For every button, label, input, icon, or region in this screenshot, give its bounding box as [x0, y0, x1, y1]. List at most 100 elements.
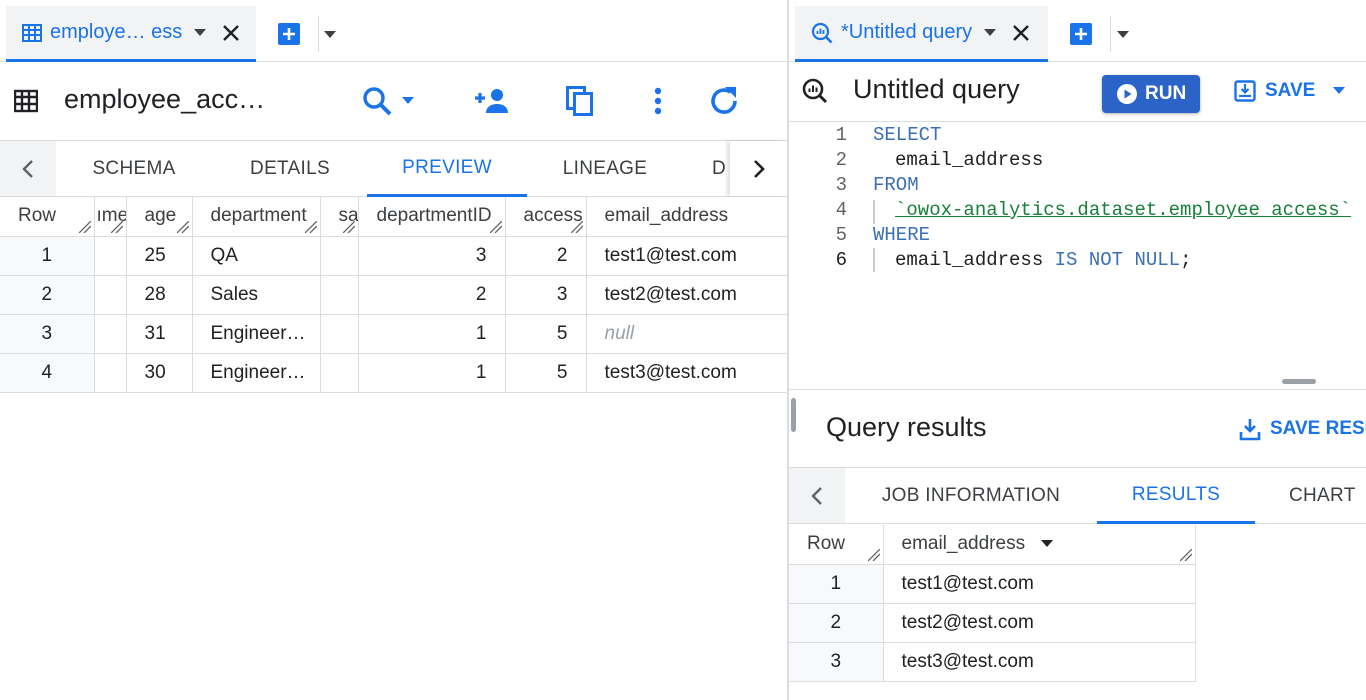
- query-tab[interactable]: *Untitled query: [795, 6, 1048, 62]
- resize-handle-icon: [110, 220, 123, 233]
- scroll-left-button[interactable]: [0, 141, 56, 196]
- line-number: 4: [835, 199, 847, 221]
- cell: 2: [505, 236, 587, 276]
- table-icon: [22, 23, 42, 43]
- col-header-access[interactable]: access: [505, 197, 587, 237]
- save-results-label: SAVE RESU: [1270, 418, 1366, 439]
- col-header-email[interactable]: email_address: [586, 197, 787, 237]
- tab-dropdown-icon[interactable]: [194, 28, 207, 37]
- tab-chart[interactable]: CHART: [1289, 468, 1365, 524]
- col-header-department[interactable]: department: [192, 197, 321, 237]
- share-add-person-icon[interactable]: [474, 88, 512, 114]
- left-tab-bar: employe… ess: [0, 0, 787, 62]
- refresh-icon[interactable]: [708, 85, 740, 117]
- cell: 31: [126, 314, 193, 354]
- resize-handle-icon: [176, 220, 189, 233]
- code-keyword: SELECT: [873, 124, 942, 146]
- resize-handle-icon: [342, 220, 355, 233]
- splitter-handle[interactable]: [1282, 379, 1316, 384]
- cell: 1: [358, 353, 506, 393]
- tab-results[interactable]: RESULTS: [1097, 468, 1255, 524]
- save-button[interactable]: SAVE: [1234, 80, 1346, 102]
- right-pane: *Untitled query Untitled query RUN SAVE …: [789, 0, 1366, 700]
- code-table-reference: `owox-analytics.dataset.employee_access`: [895, 199, 1352, 221]
- cell: [94, 275, 127, 315]
- scroll-left-button[interactable]: [789, 468, 845, 523]
- table-row: 1 test1@test.com: [789, 564, 1196, 604]
- table-header-row: Row ıme age department sa departmentID a…: [0, 197, 787, 237]
- cell: 3: [358, 236, 506, 276]
- tab-separator: [1110, 16, 1111, 52]
- cell: 2: [358, 275, 506, 315]
- table-row: 2 test2@test.com: [789, 603, 1196, 643]
- right-tab-bar: *Untitled query: [789, 0, 1366, 62]
- query-icon: [802, 78, 828, 104]
- cell: 3: [505, 275, 587, 315]
- code-condition: email_address IS NOT NULL;: [895, 249, 1192, 271]
- run-button[interactable]: RUN: [1102, 75, 1200, 113]
- col-header-salary[interactable]: sa: [320, 197, 359, 237]
- col-header-departmentid[interactable]: departmentID: [358, 197, 506, 237]
- tab-separator: [318, 16, 319, 52]
- copy-icon[interactable]: [566, 86, 594, 116]
- more-tabs-dropdown-icon[interactable]: [324, 31, 336, 39]
- add-tab-icon[interactable]: [1070, 23, 1092, 45]
- chevron-left-icon: [22, 159, 34, 179]
- close-icon[interactable]: [1012, 24, 1030, 42]
- run-button-label: RUN: [1145, 83, 1187, 104]
- table-tab[interactable]: employe… ess: [6, 6, 256, 62]
- add-tab-icon[interactable]: [278, 23, 300, 45]
- resize-handle-icon: [304, 220, 317, 233]
- cell: test3@test.com: [883, 642, 1196, 682]
- chevron-left-icon: [811, 486, 823, 506]
- cell: test2@test.com: [586, 275, 787, 315]
- side-resize-handle[interactable]: [791, 398, 796, 432]
- more-vert-icon[interactable]: [654, 87, 662, 115]
- more-tabs-dropdown-icon[interactable]: [1117, 31, 1129, 39]
- cell: Engineer…: [192, 314, 321, 354]
- col-header-row[interactable]: Row: [789, 525, 884, 565]
- cell: Engineer…: [192, 353, 321, 393]
- col-header-age[interactable]: age: [126, 197, 193, 237]
- left-pane: employe… ess employee_acc… SCHEMA DETAIL…: [0, 0, 787, 700]
- col-header-email[interactable]: email_address: [883, 525, 1196, 565]
- table-tab-label: employe… ess: [50, 21, 183, 43]
- code-keyword: WHERE: [873, 224, 931, 246]
- row-number: 1: [789, 564, 884, 604]
- scroll-right-button[interactable]: [730, 141, 787, 196]
- sort-dropdown-icon[interactable]: [1041, 540, 1054, 548]
- tab-schema[interactable]: SCHEMA: [72, 141, 196, 197]
- sql-editor[interactable]: 1 2 3 4 5 6 SELECT email_address FROM `o…: [789, 118, 1366, 390]
- col-header-row[interactable]: Row: [0, 197, 95, 237]
- code-keyword: FROM: [873, 174, 919, 196]
- search-icon[interactable]: [362, 86, 392, 116]
- query-icon: [811, 22, 833, 44]
- cell: 30: [126, 353, 193, 393]
- tab-dropdown-icon[interactable]: [984, 28, 997, 37]
- preview-table: Row ıme age department sa departmentID a…: [0, 197, 787, 393]
- download-icon: [1239, 417, 1261, 441]
- col-header-name[interactable]: ıme: [94, 197, 127, 237]
- save-dropdown-icon[interactable]: [1333, 87, 1346, 95]
- cell: test1@test.com: [883, 564, 1196, 604]
- play-icon: [1116, 83, 1138, 105]
- line-number: 2: [835, 149, 847, 171]
- tab-details[interactable]: DETAILS: [228, 141, 352, 197]
- cell: 5: [505, 353, 587, 393]
- search-dropdown-icon[interactable]: [402, 97, 414, 105]
- line-number: 5: [835, 224, 847, 246]
- close-icon[interactable]: [222, 24, 240, 42]
- code-column: email_address: [895, 149, 1044, 171]
- line-number: 1: [835, 124, 847, 146]
- cell: 1: [358, 314, 506, 354]
- query-results-title: Query results: [826, 412, 987, 442]
- tab-lineage[interactable]: LINEAGE: [545, 141, 665, 197]
- tab-job-information[interactable]: JOB INFORMATION: [877, 468, 1065, 524]
- tab-preview[interactable]: PREVIEW: [367, 141, 527, 197]
- save-results-button[interactable]: SAVE RESU: [1239, 417, 1366, 441]
- cell: test2@test.com: [883, 603, 1196, 643]
- table-row: 4 30 Engineer… 1 5 test3@test.com: [0, 353, 787, 393]
- cell: QA: [192, 236, 321, 276]
- cell: 5: [505, 314, 587, 354]
- row-number: 1: [0, 236, 95, 276]
